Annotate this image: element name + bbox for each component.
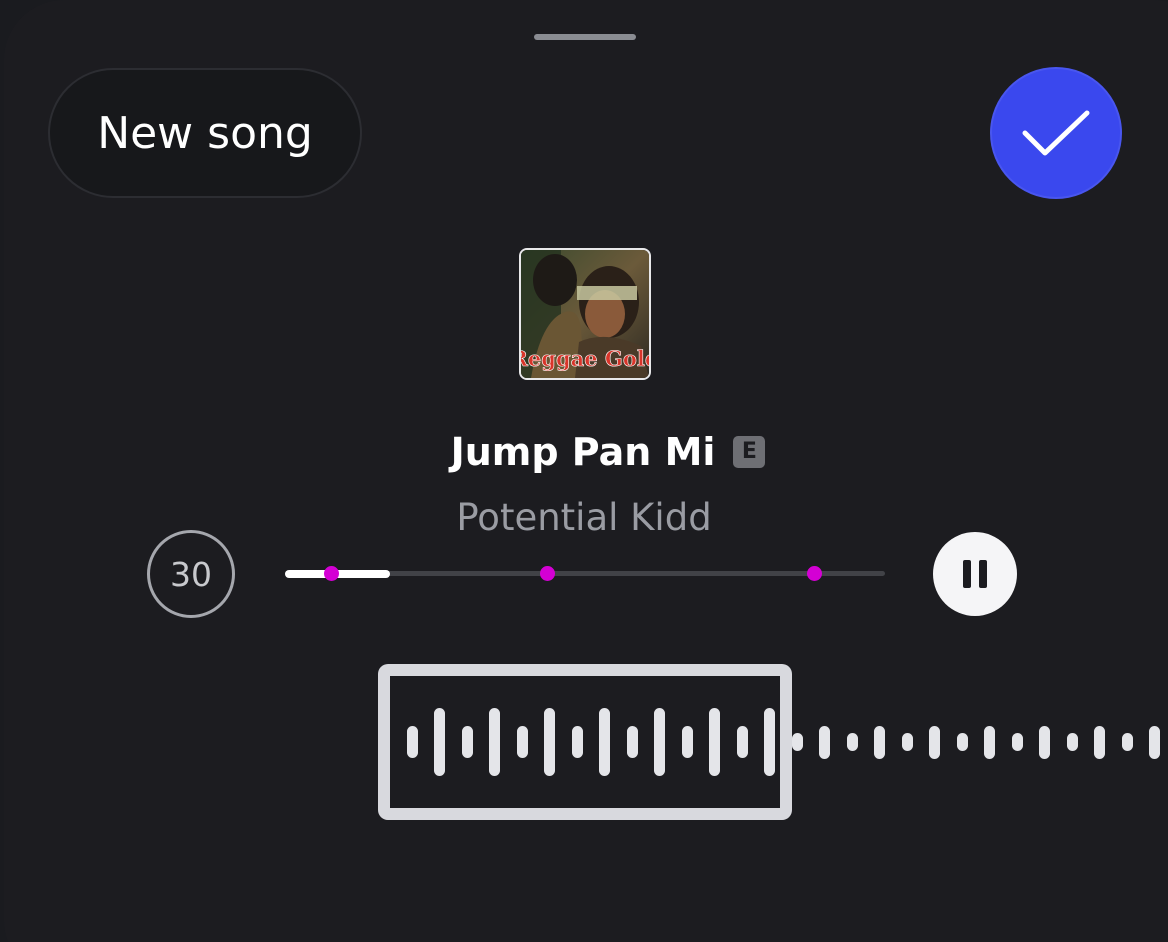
artwork-title-text: Reggae Gold	[521, 346, 649, 371]
waveform-bar	[901, 733, 913, 751]
waveform-bar	[929, 725, 940, 759]
waveform-bar	[1121, 733, 1133, 751]
progress-track[interactable]	[285, 566, 885, 581]
waveform-bar	[874, 725, 885, 759]
progress-marker	[323, 566, 339, 581]
waveform-bar	[1011, 733, 1023, 751]
waveform-bar	[1149, 725, 1160, 759]
explicit-badge: E	[733, 436, 766, 468]
waveform-bar	[791, 733, 803, 751]
song-title: Jump Pan Mi	[450, 430, 716, 474]
waveform-bar	[1094, 725, 1105, 759]
pause-icon-bar-left	[963, 560, 971, 588]
clip-selection-window[interactable]	[378, 664, 792, 820]
pause-button[interactable]	[933, 532, 1017, 616]
pause-icon-bar-right	[979, 560, 987, 588]
song-title-row: Jump Pan Mi E	[0, 424, 1168, 480]
new-song-label: New song	[97, 107, 313, 159]
waveform-bar	[956, 733, 968, 751]
album-artwork: Reggae Gold	[519, 248, 651, 380]
waveform-bar	[819, 725, 830, 759]
skip-seconds-label: 30	[170, 554, 212, 594]
clip-selection-inner	[390, 676, 780, 808]
new-song-button[interactable]: New song	[48, 68, 362, 198]
skip-30-button[interactable]: 30	[147, 530, 235, 618]
album-artwork-image: Reggae Gold	[521, 250, 649, 378]
waveform-bar	[846, 733, 858, 751]
waveform-bar	[1039, 725, 1050, 759]
waveform-bar	[1066, 733, 1078, 751]
waveform-bar	[984, 725, 995, 759]
checkmark-icon	[1022, 110, 1090, 156]
confirm-button[interactable]	[990, 67, 1122, 199]
sheet-grabber[interactable]	[534, 34, 636, 40]
